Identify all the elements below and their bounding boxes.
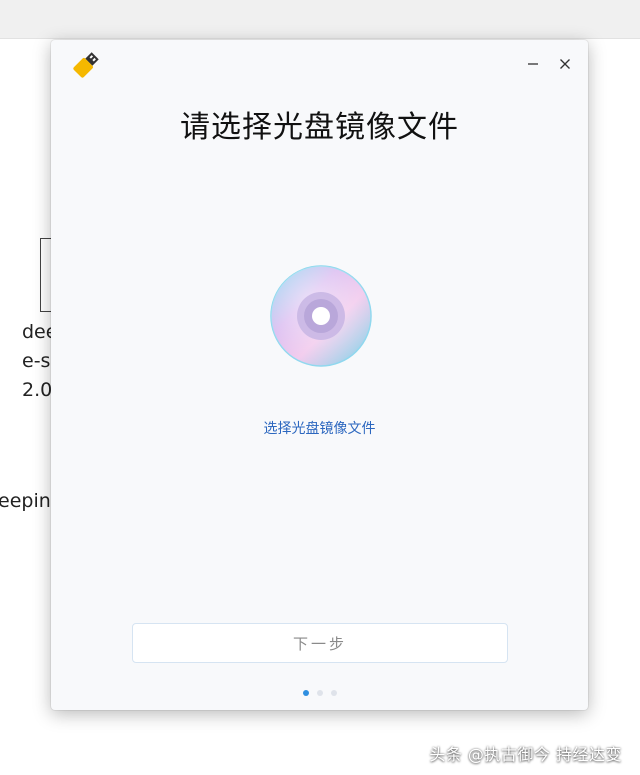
minimize-icon: [528, 63, 538, 65]
next-button[interactable]: 下一步: [132, 623, 508, 663]
boot-maker-dialog: 请选择光盘镜像文件 选择光盘镜像文件 下一步: [51, 40, 588, 710]
optical-disc-icon[interactable]: [269, 264, 373, 368]
usb-drive-icon: [71, 50, 101, 80]
step-dot-3: [330, 690, 337, 696]
minimize-button[interactable]: [521, 52, 545, 76]
step-indicator: [51, 690, 588, 696]
watermark: 头条 @执古御今 持经达变: [429, 745, 622, 764]
page-title: 请选择光盘镜像文件: [180, 110, 459, 145]
background-folder-label[interactable]: eepin: [0, 490, 51, 512]
background-toolbar: [0, 0, 640, 39]
close-button[interactable]: [553, 52, 577, 76]
close-icon: [560, 59, 570, 69]
select-iso-link[interactable]: 选择光盘镜像文件: [51, 418, 588, 438]
step-dot-2: [316, 690, 323, 696]
step-dot-1: [302, 690, 309, 696]
